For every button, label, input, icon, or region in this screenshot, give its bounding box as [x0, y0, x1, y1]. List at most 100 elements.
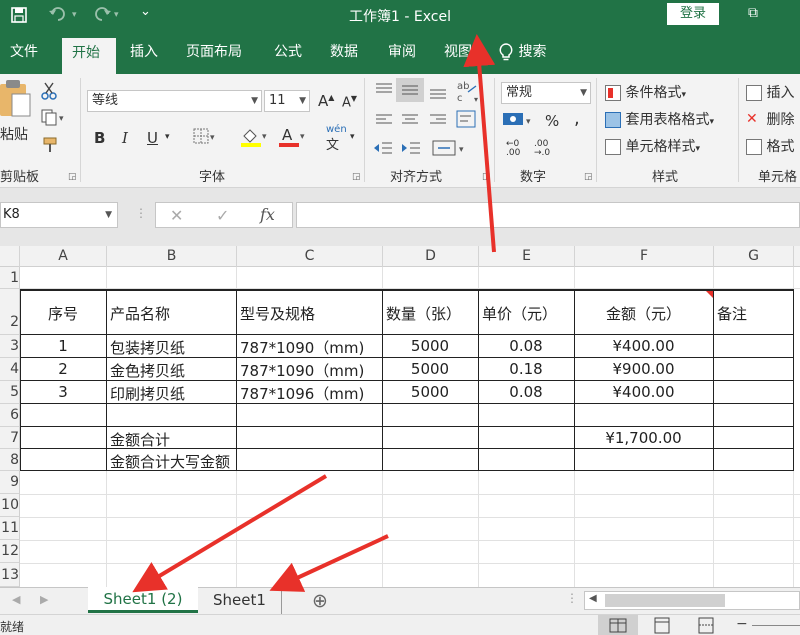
row-header[interactable]: 3	[0, 335, 20, 358]
normal-view-button[interactable]	[598, 615, 638, 635]
format-as-table-button[interactable]: 套用表格格式▾	[605, 109, 714, 129]
delete-cells-button[interactable]: ✕ 删除	[746, 109, 794, 129]
decrease-indent-icon[interactable]	[372, 140, 394, 160]
orientation-icon[interactable]: ab c ▾	[456, 78, 480, 108]
table-header-cell[interactable]: 数量（张）	[386, 303, 461, 324]
enter-icon[interactable]: ✓	[216, 206, 229, 225]
format-cells-button[interactable]: 格式	[746, 136, 794, 156]
table-cell[interactable]: 印刷拷贝纸	[110, 383, 185, 404]
table-header-cell[interactable]: 序号	[20, 303, 106, 324]
total-value-cell[interactable]: ¥1,700.00	[574, 429, 713, 447]
table-cell[interactable]: 0.08	[478, 337, 574, 355]
accounting-format-icon[interactable]: ▾	[502, 110, 538, 134]
row-header[interactable]: 13	[0, 563, 20, 587]
scroll-tabs-left-icon[interactable]: ◀	[12, 593, 20, 606]
insert-cells-button[interactable]: 插入	[746, 82, 794, 102]
table-cell[interactable]: 0.08	[478, 383, 574, 401]
cell-styles-button[interactable]: 单元格样式▾	[605, 136, 700, 156]
align-top-icon[interactable]	[374, 82, 394, 102]
table-header-cell[interactable]: 型号及规格	[240, 303, 315, 324]
tab-view[interactable]: 视图	[434, 30, 482, 74]
table-cell[interactable]: 5000	[382, 360, 478, 378]
paste-button[interactable]	[0, 80, 32, 124]
row-header[interactable]: 5	[0, 381, 20, 404]
decrease-decimal-button[interactable]: .00 →.0	[534, 140, 550, 158]
tab-formulas[interactable]: 公式	[264, 30, 312, 74]
table-cell[interactable]: 3	[20, 383, 106, 401]
bold-button[interactable]: B	[94, 129, 105, 147]
italic-button[interactable]: I	[122, 129, 128, 147]
column-header[interactable]: D	[383, 246, 479, 267]
clipboard-launcher-icon[interactable]: ◲	[68, 172, 77, 182]
row-header[interactable]: 4	[0, 358, 20, 381]
format-painter-icon[interactable]	[42, 136, 60, 158]
zoom-slider[interactable]	[752, 625, 800, 626]
table-cell[interactable]: ¥900.00	[574, 360, 713, 378]
table-cell[interactable]: 787*1096（mm)	[240, 383, 364, 404]
conditional-formatting-button[interactable]: 条件格式▾	[605, 82, 686, 102]
column-header[interactable]: F	[575, 246, 714, 267]
number-launcher-icon[interactable]: ◲	[584, 172, 593, 182]
font-launcher-icon[interactable]: ◲	[352, 172, 361, 182]
align-right-icon[interactable]	[428, 112, 448, 132]
table-cell[interactable]: 金色拷贝纸	[110, 360, 185, 381]
row-header[interactable]: 6	[0, 404, 20, 427]
sheet-tab[interactable]: Sheet1	[198, 588, 282, 614]
font-size-select[interactable]: 11 ▼	[264, 90, 310, 112]
tell-me-search[interactable]: 搜索	[498, 30, 546, 74]
table-cell[interactable]: 1	[20, 337, 106, 355]
total-words-label-cell[interactable]: 金额合计大写金额	[110, 451, 230, 472]
zoom-out-icon[interactable]: −	[736, 616, 748, 632]
table-cell[interactable]: 5000	[382, 337, 478, 355]
row-header[interactable]: 11	[0, 517, 20, 540]
comma-style-button[interactable]: ,	[574, 108, 580, 129]
table-cell[interactable]: 787*1090（mm)	[240, 337, 364, 358]
increase-indent-icon[interactable]	[400, 140, 422, 160]
percent-style-button[interactable]: %	[545, 112, 559, 130]
tab-home[interactable]: 开始	[62, 38, 116, 74]
table-cell[interactable]: ¥400.00	[574, 337, 713, 355]
font-color-icon[interactable]: A ▾	[278, 126, 308, 152]
sheet-tab-active[interactable]: Sheet1 (2)	[88, 587, 198, 613]
wrap-text-icon[interactable]	[456, 110, 478, 134]
table-cell[interactable]: 0.18	[478, 360, 574, 378]
alignment-launcher-icon[interactable]: ◲	[482, 172, 491, 182]
table-header-cell[interactable]: 产品名称	[110, 303, 170, 324]
align-middle-icon[interactable]	[396, 78, 424, 102]
grow-font-icon[interactable]: A▲	[318, 92, 334, 110]
worksheet-grid[interactable]: 序号 产品名称 型号及规格 数量（张） 单价（元） 金额（元） 备注 1 包装拷…	[20, 267, 800, 587]
font-name-select[interactable]: 等线 ▼	[87, 90, 262, 112]
table-header-cell[interactable]: 单价（元）	[482, 303, 557, 324]
column-header[interactable]: B	[107, 246, 237, 267]
table-cell[interactable]: 5000	[382, 383, 478, 401]
new-sheet-icon[interactable]: ⊕	[312, 590, 328, 612]
row-header[interactable]: 10	[0, 494, 20, 517]
align-center-icon[interactable]	[400, 112, 420, 132]
increase-decimal-button[interactable]: ←0.00	[506, 140, 520, 158]
row-header[interactable]: 9	[0, 471, 20, 494]
number-format-select[interactable]: 常规 ▼	[501, 82, 591, 104]
total-label-cell[interactable]: 金额合计	[110, 429, 170, 450]
row-header[interactable]: 8	[0, 449, 20, 471]
formula-input[interactable]	[296, 202, 800, 228]
page-layout-view-button[interactable]	[650, 615, 674, 635]
scrollbar-thumb[interactable]	[605, 594, 725, 607]
select-all-corner[interactable]	[0, 246, 20, 267]
cancel-icon[interactable]: ✕	[170, 206, 183, 225]
scroll-left-icon[interactable]: ◀	[589, 593, 597, 604]
name-box[interactable]: K8 ▼	[0, 202, 118, 228]
table-cell[interactable]: 包装拷贝纸	[110, 337, 185, 358]
tab-page-layout[interactable]: 页面布局	[176, 30, 252, 74]
underline-dropdown-icon[interactable]: ▾	[165, 132, 170, 142]
tab-data[interactable]: 数据	[320, 30, 368, 74]
insert-function-icon[interactable]: fx	[260, 205, 275, 224]
phonetic-dropdown-icon[interactable]: ▾	[350, 132, 355, 142]
page-break-view-button[interactable]	[694, 615, 718, 635]
tab-split-grip-icon[interactable]: ⋮	[566, 591, 578, 605]
table-cell[interactable]: ¥400.00	[574, 383, 713, 401]
comment-indicator-icon[interactable]	[706, 291, 713, 298]
table-cell[interactable]: 2	[20, 360, 106, 378]
ribbon-display-options-icon[interactable]: ⧉	[742, 5, 764, 23]
row-header[interactable]: 1	[0, 267, 20, 289]
tab-insert[interactable]: 插入	[120, 30, 168, 74]
